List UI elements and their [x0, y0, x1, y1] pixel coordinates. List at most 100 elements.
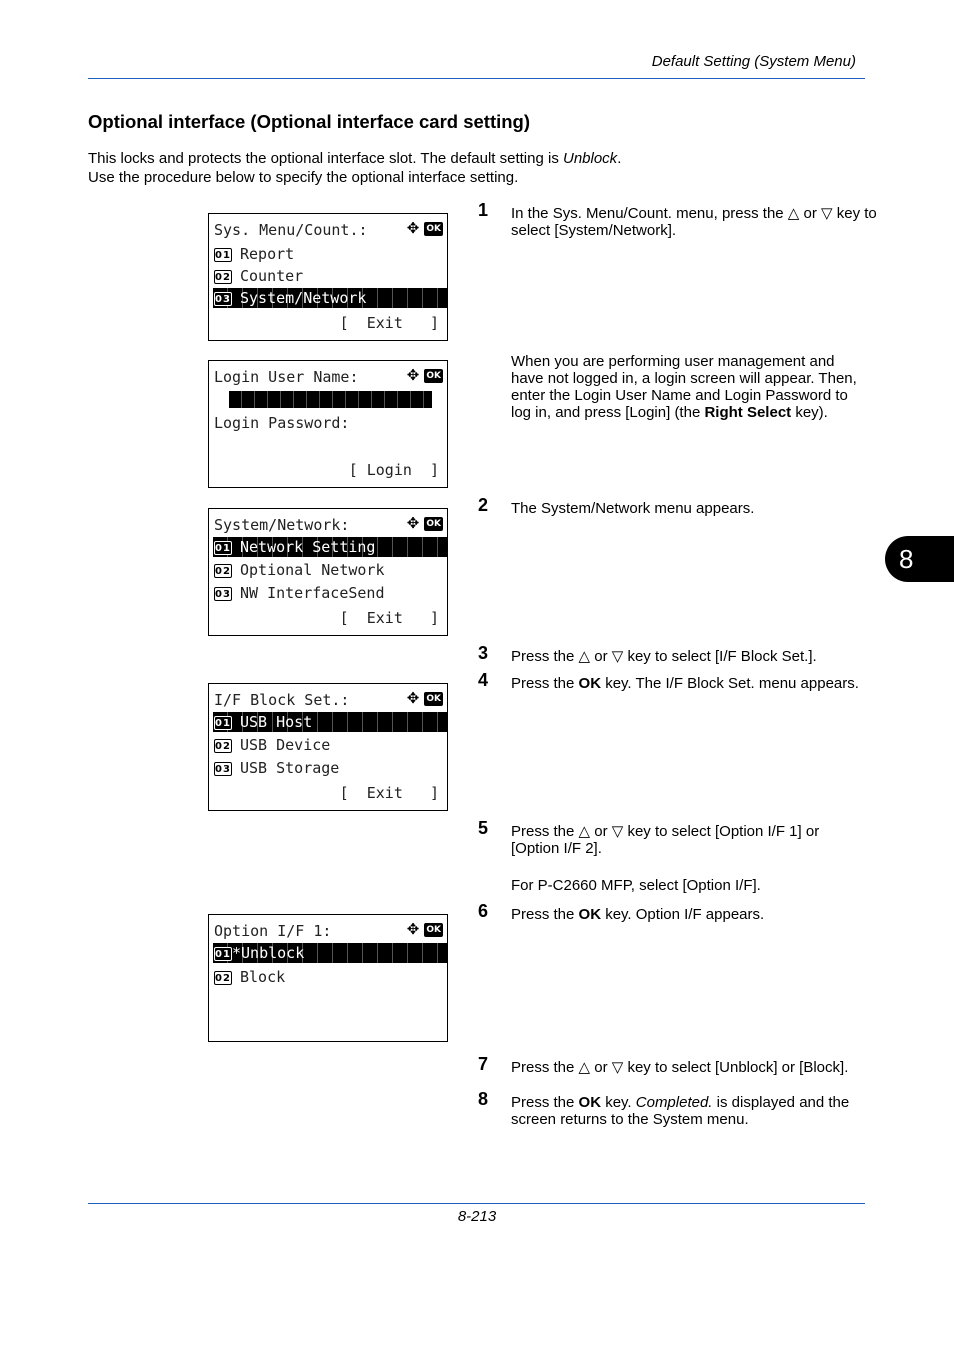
item-number-icon: 02 [214, 270, 232, 284]
intro-text: This locks and protects the optional int… [88, 149, 621, 187]
step-text: Press the △ or ▽ key to select [Unblock]… [511, 1059, 849, 1076]
ok-icon: OK [424, 516, 443, 531]
step-text: Press the △ or ▽ key to select [Option I… [511, 823, 820, 857]
intro-line1: This locks and protects the optional int… [88, 150, 563, 167]
lcd-nav-indicator: ✥ OK [407, 221, 443, 236]
page-number: 8-213 [457, 1208, 497, 1225]
item-label: USB Storage [240, 759, 340, 777]
lcd-nav-indicator: ✥ OK [407, 922, 443, 937]
ok-icon: OK [424, 368, 443, 383]
lcd-screen-if-block-set: I/F Block Set.: ✥ OK 01 USB Host 02 USB Dev… [208, 683, 448, 811]
model-note: For P-C2660 MFP, select [Option I/F]. [511, 877, 761, 894]
item-number-icon: 01 [214, 541, 232, 555]
step-text: Press the △ or ▽ key to select [I/F Bloc… [511, 648, 817, 665]
step-text-pre: Press the [511, 1094, 579, 1111]
item-number-icon: 01 [214, 716, 232, 730]
lcd-menu-item[interactable]: 02 Block [209, 967, 447, 987]
lcd-screen-sys-menu: Sys. Menu/Count.: ✥ OK 01 Report 02 Counter… [208, 213, 448, 341]
item-label: Network Setting [240, 538, 376, 556]
step-number: 1 [478, 200, 489, 220]
login-user-name-input[interactable] [229, 391, 432, 408]
item-number-icon: 03 [214, 292, 232, 306]
item-label: NW InterfaceSend [240, 584, 385, 602]
step-7: 7 Press the △ or ▽ key to select [Unblock… [478, 1054, 878, 1076]
lcd-screen-system-network: System/Network: ✥ OK 01 Network Setting 02… [208, 508, 448, 636]
completed-message: Completed. [635, 1094, 713, 1111]
header-title: Default Setting (System Menu) [651, 53, 856, 70]
lcd-menu-item[interactable]: 03 NW InterfaceSend [209, 583, 447, 603]
lcd-menu-item-selected[interactable]: 01 Network Setting [213, 537, 447, 557]
step-number: 6 [478, 901, 489, 921]
login-softkey[interactable]: [ Login ] [349, 461, 439, 479]
step-text: Press the OK key. Completed. is displaye… [511, 1094, 871, 1128]
item-label: Optional Network [240, 561, 385, 579]
lcd-nav-indicator: ✥ OK [407, 516, 443, 531]
intro-default-value: Unblock [562, 150, 618, 167]
chapter-tab[interactable]: 8 [885, 536, 954, 582]
login-note: When you are performing user management … [511, 353, 871, 421]
item-number-icon: 03 [214, 762, 232, 776]
step-text-pre: Press the [511, 675, 579, 692]
lcd-menu-item[interactable]: 03 USB Storage [209, 758, 447, 778]
lcd-menu-item[interactable]: 02 USB Device [209, 735, 447, 755]
item-label: USB Host [240, 713, 313, 731]
four-way-arrow-icon: ✥ [406, 920, 420, 938]
step-number: 4 [478, 670, 489, 690]
ok-key-label: OK [578, 1094, 602, 1111]
exit-softkey[interactable]: [ Exit ] [340, 314, 439, 332]
step-5: 5 Press the △ or ▽ key to select [Option … [478, 818, 878, 857]
step-1: 1 In the Sys. Menu/Count. menu, press the… [478, 200, 878, 239]
lcd-screen-option-if: Option I/F 1: ✥ OK 01*Unblock 02 Block [208, 914, 448, 1042]
step-4: 4 Press the OK key. The I/F Block Set. me… [478, 670, 878, 692]
intro-period: . [617, 150, 622, 167]
chapter-number: 8 [899, 543, 914, 574]
step-text: In the Sys. Menu/Count. menu, press the … [511, 205, 877, 239]
item-label: USB Device [240, 736, 331, 754]
lcd-menu-item-selected[interactable]: 03 System/Network [213, 288, 447, 308]
item-number-icon: 02 [214, 971, 232, 985]
four-way-arrow-icon: ✥ [406, 219, 420, 237]
step-text-mid: key. [601, 1094, 636, 1111]
item-number-icon: 02 [214, 564, 232, 578]
note-text-end: key). [791, 404, 828, 421]
step-text: Press the OK key. The I/F Block Set. men… [511, 675, 878, 692]
step-number: 2 [478, 495, 489, 515]
four-way-arrow-icon: ✥ [406, 689, 420, 707]
step-text-pre: Press the [511, 906, 579, 923]
step-number: 3 [478, 643, 489, 663]
step-text-post: key. Option I/F appears. [601, 906, 765, 923]
header-rule [88, 78, 865, 79]
item-number-icon: 01 [214, 248, 232, 262]
ok-key-label: OK [578, 675, 602, 692]
step-2: 2 The System/Network menu appears. [478, 495, 878, 517]
step-text-post: key. The I/F Block Set. menu appears. [601, 675, 859, 692]
note-bold: Right Select [704, 404, 792, 421]
login-password-label: Login Password: [214, 414, 350, 432]
lcd-menu-item[interactable]: 02 Counter [209, 266, 447, 286]
item-number-icon: 03 [214, 587, 232, 601]
item-label: Report [240, 245, 295, 263]
ok-icon: OK [424, 221, 443, 236]
step-3: 3 Press the △ or ▽ key to select [I/F Blo… [478, 643, 878, 665]
four-way-arrow-icon: ✥ [406, 366, 420, 384]
step-number: 5 [478, 818, 489, 838]
lcd-menu-item-selected[interactable]: 01 USB Host [213, 712, 447, 732]
exit-softkey[interactable]: [ Exit ] [340, 784, 439, 802]
lcd-menu-item[interactable]: 02 Optional Network [209, 560, 447, 580]
lcd-nav-indicator: ✥ OK [407, 368, 443, 383]
exit-softkey[interactable]: [ Exit ] [340, 609, 439, 627]
ok-icon: OK [424, 922, 443, 937]
step-6: 6 Press the OK key. Option I/F appears. [478, 901, 878, 923]
intro-line2: Use the procedure below to specify the o… [88, 169, 519, 186]
lcd-menu-item-selected[interactable]: 01*Unblock [213, 943, 447, 963]
item-number-icon: 02 [214, 739, 232, 753]
item-label: Counter [240, 267, 304, 285]
ok-icon: OK [424, 691, 443, 706]
lcd-menu-item[interactable]: 01 Report [209, 244, 447, 264]
section-title: Optional interface (Optional interface c… [88, 111, 531, 132]
step-number: 7 [478, 1054, 489, 1074]
step-text: Press the OK key. Option I/F appears. [511, 906, 878, 923]
four-way-arrow-icon: ✥ [406, 514, 420, 532]
item-label: Block [240, 968, 286, 986]
lcd-nav-indicator: ✥ OK [407, 691, 443, 706]
